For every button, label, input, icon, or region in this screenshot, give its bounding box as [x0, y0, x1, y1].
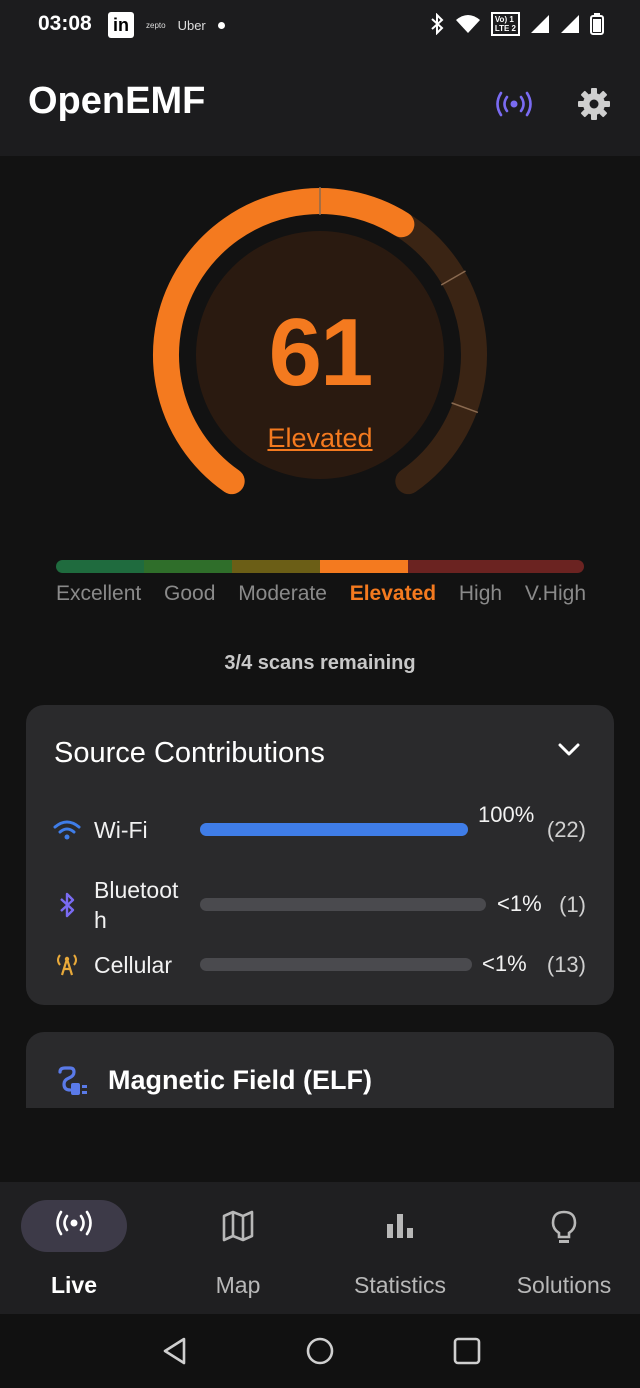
system-status-icons: Vo) 1 LTE 2: [429, 12, 604, 36]
nav-statistics[interactable]: Statistics: [320, 1198, 480, 1308]
nav-live[interactable]: Live: [0, 1198, 160, 1308]
source-bar: [200, 958, 472, 971]
broadcast-icon: [0, 1210, 154, 1236]
scale-label: Good: [164, 582, 216, 605]
scale-segment: [232, 560, 320, 573]
scale-label: Moderate: [238, 582, 327, 605]
source-contributions-card: Source Contributions Wi-Fi 100% (22) Blu…: [26, 705, 614, 1005]
source-count: (1): [559, 892, 586, 917]
scale-label: V.High: [524, 582, 586, 605]
scale-label: Excellent: [56, 582, 142, 605]
nav-solutions[interactable]: Solutions: [484, 1198, 640, 1308]
broadcast-icon: [496, 91, 532, 117]
scale-segment: [496, 560, 584, 573]
source-percent: <1%: [482, 951, 527, 976]
volte-icon: Vo) 1 LTE 2: [490, 12, 520, 36]
scale-segment: [144, 560, 232, 573]
nav-label: Solutions: [516, 1272, 612, 1298]
nav-label: Map: [215, 1272, 261, 1298]
source-label: Wi-Fi: [94, 817, 148, 843]
collapse-button[interactable]: [558, 743, 580, 762]
bluetooth-status-icon: [431, 13, 444, 35]
map-icon: [158, 1210, 318, 1242]
plug-icon: [58, 1066, 87, 1095]
status-time: 03:08: [38, 12, 92, 35]
nav-label: Live: [50, 1272, 98, 1298]
status-bar: 03:08 in zepto Uber Vo) 1 LTE 2: [0, 0, 640, 50]
zepto-icon: zepto: [146, 20, 166, 30]
lightbulb-icon: [484, 1210, 640, 1246]
nav-label: Statistics: [353, 1272, 447, 1298]
scale-segment: [320, 560, 408, 573]
source-row-cellular: Cellular <1% (13): [26, 935, 614, 995]
home-icon[interactable]: [305, 1336, 335, 1366]
linkedin-icon: in: [108, 12, 134, 38]
scale-segment: [56, 560, 144, 573]
scale-label: Elevated: [349, 582, 437, 605]
level-scale-labels: Excellent Good Moderate Elevated High V.High: [56, 582, 586, 606]
scans-remaining: 3/4 scans remaining: [224, 652, 416, 674]
source-contributions-title: Source Contributions: [54, 737, 325, 769]
source-label: Bluetooth: [94, 877, 179, 933]
chevron-down-icon: [558, 743, 580, 756]
recents-icon[interactable]: [452, 1336, 482, 1366]
magnetic-field-card[interactable]: Magnetic Field (ELF): [26, 1032, 614, 1108]
signal-1-icon: [531, 15, 549, 33]
system-navigation-bar: [0, 1314, 640, 1388]
source-row-wifi: Wi-Fi 100% (22): [26, 800, 614, 860]
source-bar: [200, 823, 468, 836]
signal-2-icon: [561, 15, 579, 33]
wifi-status-icon: [455, 15, 480, 33]
more-notifications-icon: [217, 21, 225, 29]
emf-score: 61: [268, 299, 374, 406]
gear-icon: [578, 88, 610, 120]
level-scale-bar: [56, 560, 584, 573]
settings-button[interactable]: [570, 80, 618, 128]
scale-segment: [408, 560, 496, 573]
source-bar-fill: [200, 823, 468, 836]
emf-status-link[interactable]: Elevated: [0, 423, 640, 454]
source-percent: <1%: [497, 891, 542, 916]
source-label: Cellular: [94, 952, 172, 978]
magnetic-field-title: Magnetic Field (ELF): [108, 1065, 373, 1095]
source-count: (22): [546, 817, 586, 842]
bottom-navigation: Live Map Statistics Solutions: [0, 1182, 640, 1314]
bar-chart-icon: [320, 1210, 480, 1240]
cell-tower-icon: [52, 950, 82, 980]
source-bar: [200, 898, 486, 911]
source-row-bluetooth: Bluetooth <1% (1): [26, 875, 614, 935]
live-scan-button[interactable]: [490, 80, 538, 128]
battery-icon: [590, 13, 604, 35]
source-count: (13): [546, 952, 586, 977]
app-title: OpenEMF: [28, 80, 206, 122]
back-icon[interactable]: [160, 1336, 190, 1366]
wifi-icon: [52, 815, 82, 845]
source-percent: 100%: [478, 802, 535, 827]
bluetooth-icon: [52, 890, 82, 920]
uber-icon: Uber: [177, 17, 206, 33]
scale-label: High: [458, 582, 503, 605]
nav-map[interactable]: Map: [158, 1198, 318, 1308]
notification-icons: in zepto Uber: [108, 12, 225, 38]
app-header: OpenEMF: [0, 50, 640, 156]
